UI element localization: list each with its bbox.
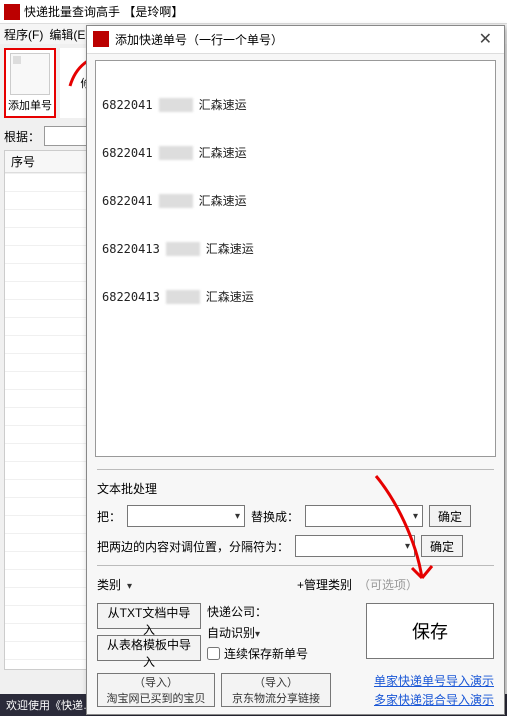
swap-delimiter-combo[interactable]: ▾ — [295, 535, 415, 557]
optional-hint: （可选项） — [358, 576, 418, 593]
main-title-bar: 快递批量查询高手 【是玲啊】 — [0, 0, 507, 24]
swap-ok-button[interactable]: 确定 — [421, 535, 463, 557]
put-source-combo[interactable]: ▾ — [127, 505, 245, 527]
import-hint-top: （导入） — [230, 674, 322, 690]
replace-label: 替换成： — [251, 508, 299, 525]
chevron-down-icon: ▾ — [413, 511, 418, 522]
replace-ok-button[interactable]: 确定 — [429, 505, 471, 527]
continuous-save-row: 连续保存新单号 — [207, 645, 360, 662]
category-row: 类别 ▾ +管理类别 （可选项） — [87, 570, 504, 599]
lower-area: 从TXT文档中导入 从表格模板中导入 快递公司： 自动识别▾ 连续保存新单号 保… — [87, 599, 504, 666]
status-text: 欢迎使用《快递… — [6, 697, 94, 713]
company-col: 快递公司： 自动识别▾ 连续保存新单号 — [207, 603, 360, 662]
redacted-text — [159, 98, 193, 112]
add-tracking-dialog: 添加快递单号（一行一个单号） ✕ 6822041汇森速运 6822041汇森速运… — [86, 25, 505, 715]
single-import-demo-link[interactable]: 单家快递单号导入演示 — [374, 672, 494, 689]
redacted-text — [166, 290, 200, 304]
document-icon — [10, 53, 50, 95]
replace-row: 把： ▾ 替换成： ▾ 确定 — [87, 501, 504, 531]
bottom-row: （导入） 淘宝网已买到的宝贝 （导入） 京东物流分享链接 单家快递单号导入演示 … — [87, 666, 504, 714]
app-icon — [4, 4, 20, 20]
dialog-app-icon — [93, 31, 109, 47]
chevron-down-icon: ▾ — [405, 541, 410, 552]
filter-label: 根据： — [4, 128, 40, 145]
tracking-line: 68220413汇森速运 — [102, 289, 489, 305]
dialog-title-bar: 添加快递单号（一行一个单号） ✕ — [87, 26, 504, 54]
tracking-line: 6822041汇森速运 — [102, 145, 489, 161]
tracking-line: 6822041汇森速运 — [102, 97, 489, 113]
chevron-down-icon: ▾ — [127, 581, 132, 592]
divider — [97, 469, 494, 470]
import-from-txt-button[interactable]: 从TXT文档中导入 — [97, 603, 201, 629]
continuous-save-label: 连续保存新单号 — [224, 645, 308, 662]
company-combo[interactable]: 自动识别▾ — [207, 624, 327, 641]
tracking-content: 6822041汇森速运 6822041汇森速运 6822041汇森速运 6822… — [96, 61, 495, 341]
main-title: 快递批量查询高手 【是玲啊】 — [24, 3, 183, 20]
multi-import-demo-link[interactable]: 多家快递混合导入演示 — [374, 691, 494, 708]
continuous-save-checkbox[interactable] — [207, 647, 220, 660]
category-label: 类别 — [97, 576, 121, 593]
company-label: 快递公司： — [207, 603, 267, 620]
divider — [97, 565, 494, 566]
swap-row: 把两边的内容对调位置，分隔符为： ▾ 确定 — [87, 531, 504, 561]
import-taobao-button[interactable]: （导入） 淘宝网已买到的宝贝 — [97, 673, 215, 707]
menu-edit[interactable]: 编辑(E — [49, 26, 85, 43]
redacted-text — [159, 146, 193, 160]
import-hint-bottom: 淘宝网已买到的宝贝 — [106, 690, 206, 706]
save-button[interactable]: 保存 — [366, 603, 494, 659]
manage-category-link[interactable]: +管理类别 — [297, 576, 352, 593]
tracking-line: 68220413汇森速运 — [102, 241, 489, 257]
add-tracking-label: 添加单号 — [8, 97, 52, 113]
import-buttons-col: 从TXT文档中导入 从表格模板中导入 — [97, 603, 201, 662]
put-label: 把： — [97, 508, 121, 525]
batch-section-label: 文本批处理 — [97, 480, 494, 497]
dialog-title: 添加快递单号（一行一个单号） — [115, 31, 283, 48]
menu-file[interactable]: 程序(F) — [4, 26, 43, 43]
demo-links: 单家快递单号导入演示 多家快递混合导入演示 — [374, 672, 494, 708]
import-hint-bottom: 京东物流分享链接 — [230, 690, 322, 706]
category-combo[interactable]: ▾ — [127, 578, 291, 592]
redacted-text — [159, 194, 193, 208]
chevron-down-icon: ▾ — [235, 511, 240, 522]
import-from-template-button[interactable]: 从表格模板中导入 — [97, 635, 201, 661]
chevron-down-icon: ▾ — [255, 629, 260, 640]
import-hint-top: （导入） — [106, 674, 206, 690]
close-icon[interactable]: ✕ — [473, 29, 498, 49]
company-value: 自动识别 — [207, 626, 255, 640]
replace-target-combo[interactable]: ▾ — [305, 505, 423, 527]
redacted-text — [166, 242, 200, 256]
import-jd-button[interactable]: （导入） 京东物流分享链接 — [221, 673, 331, 707]
tracking-textarea[interactable]: 6822041汇森速运 6822041汇森速运 6822041汇森速运 6822… — [95, 60, 496, 457]
add-tracking-button[interactable]: 添加单号 — [4, 48, 56, 118]
swap-label: 把两边的内容对调位置，分隔符为： — [97, 538, 289, 555]
tracking-line: 6822041汇森速运 — [102, 193, 489, 209]
